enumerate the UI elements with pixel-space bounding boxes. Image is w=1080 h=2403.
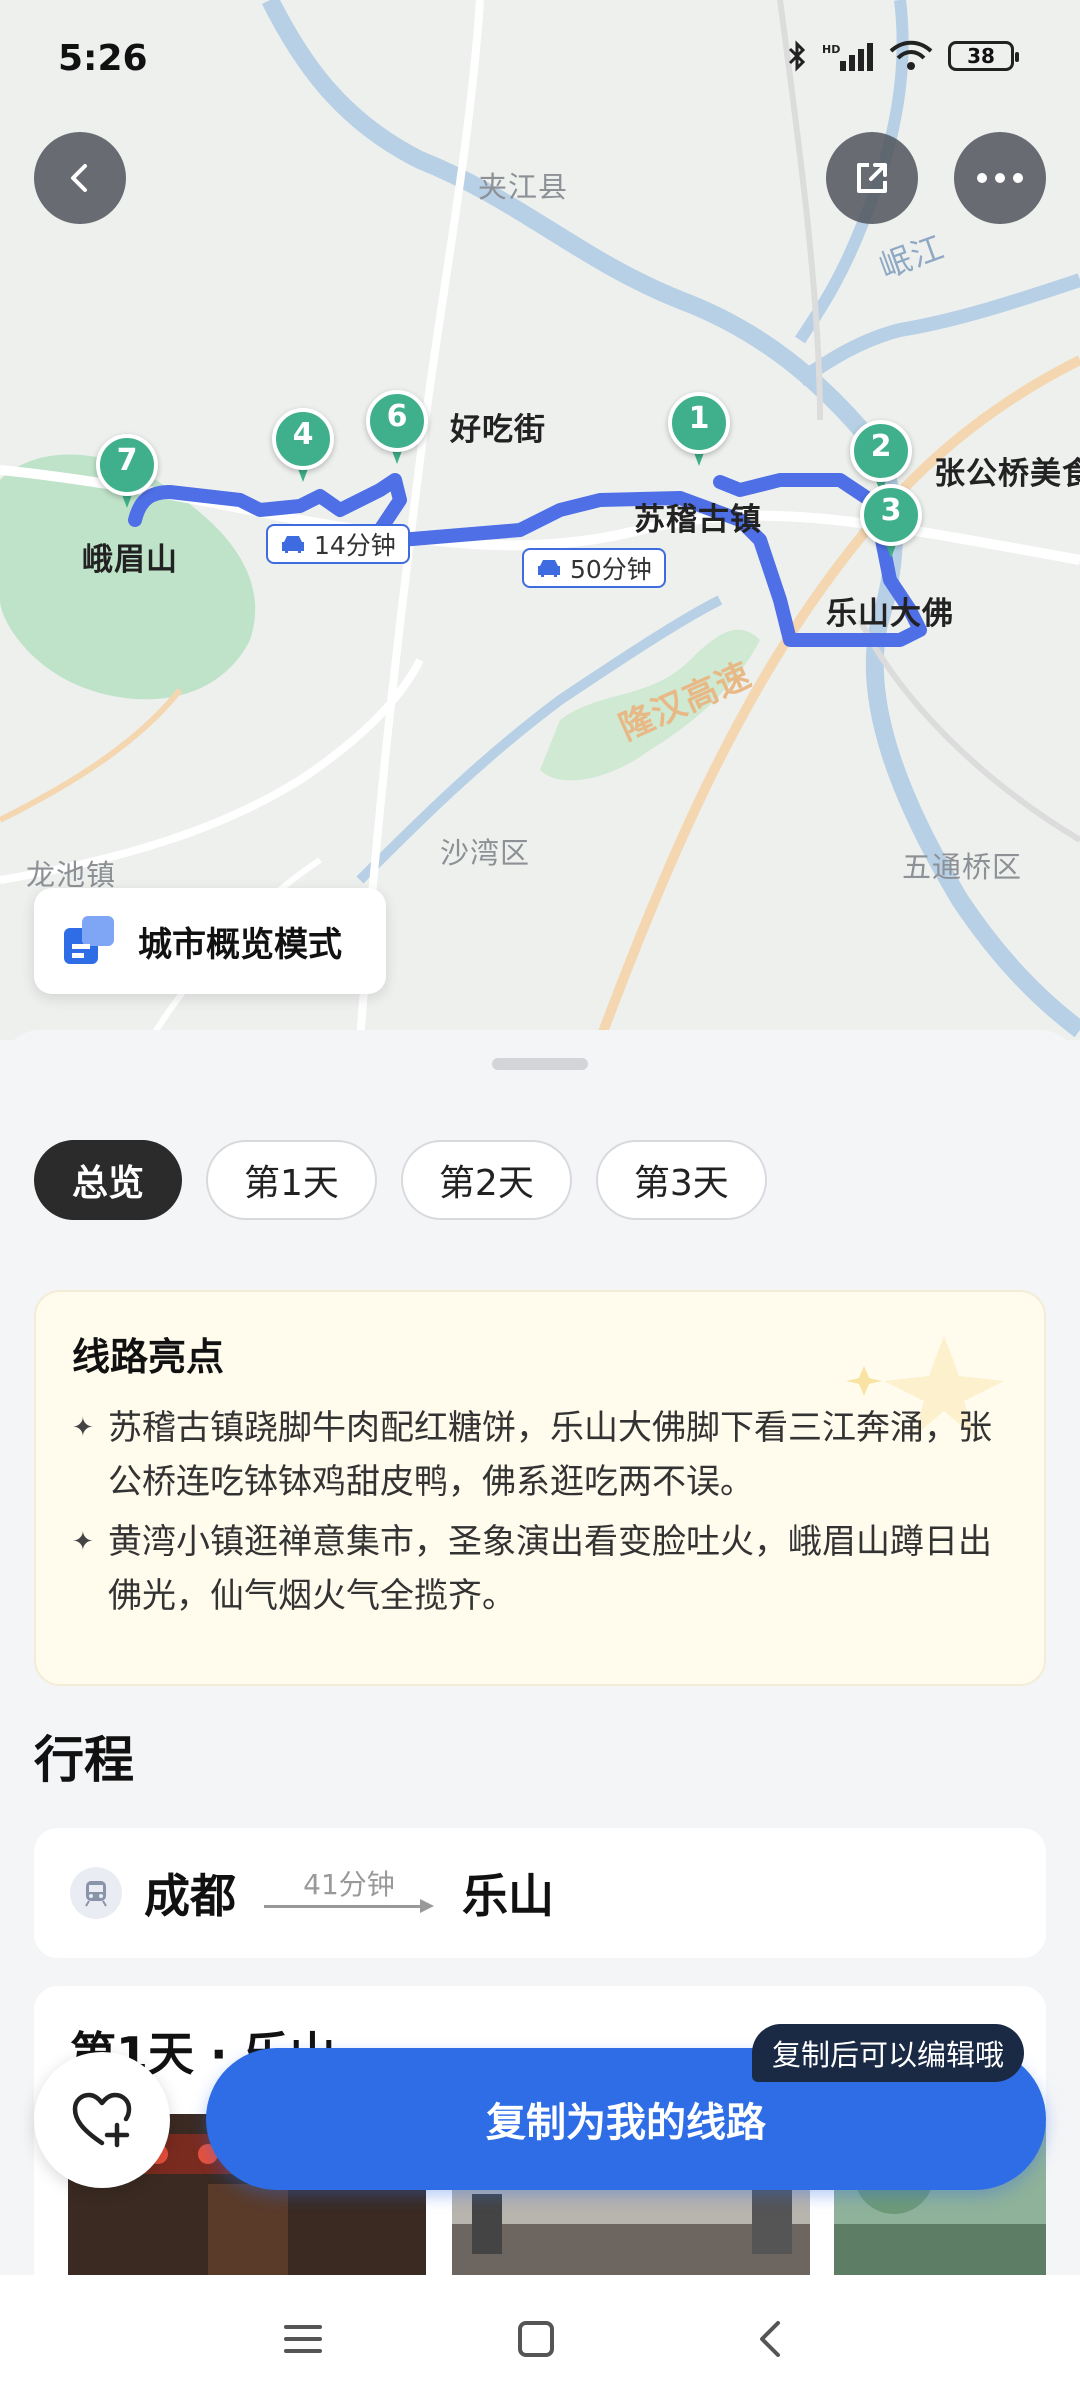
status-bar: 5:26 HD 38 xyxy=(0,0,1080,120)
map-pin-2[interactable]: 2 xyxy=(850,420,912,494)
status-icons: HD 38 xyxy=(786,40,1019,72)
copy-tip-bubble: 复制后可以编辑哦 xyxy=(752,2024,1025,2082)
overview-map-icon xyxy=(64,916,114,964)
car-icon xyxy=(538,560,560,577)
back-button[interactable] xyxy=(34,132,126,224)
itinerary-title: 行程 xyxy=(34,1731,134,1789)
favorite-button[interactable] xyxy=(34,2052,170,2188)
heart-plus-icon xyxy=(72,2092,132,2148)
map-label-zhanggongqiao: 张公桥美食 xyxy=(934,456,1080,492)
map-pin-3[interactable]: 3 xyxy=(860,484,922,558)
system-nav-bar xyxy=(0,2275,1080,2403)
map-label-emeishan: 峨眉山 xyxy=(82,542,178,578)
map-label-shawan: 沙湾区 xyxy=(440,836,531,870)
map-pin-1[interactable]: 1 xyxy=(668,392,730,466)
route-arrow: 41分钟 xyxy=(264,1863,434,1923)
route-map[interactable]: 夹江县 岷江 好吃街 张公桥美食 苏稽古镇 乐山大佛 峨眉山 隆汉高速 沙湾区 … xyxy=(0,0,1080,1040)
map-label-jiajiang: 夹江县 xyxy=(478,170,569,204)
map-label-haochijie: 好吃街 xyxy=(450,412,546,448)
train-icon xyxy=(70,1867,122,1919)
wifi-icon xyxy=(889,40,933,70)
map-pin-6[interactable]: 6 xyxy=(366,390,428,464)
home-icon[interactable] xyxy=(516,2319,556,2359)
duration-chip-14min: 14分钟 xyxy=(266,524,410,564)
overview-mode-label: 城市概览模式 xyxy=(138,924,342,965)
map-label-sujigu: 苏稽古镇 xyxy=(634,502,762,538)
screen: 夹江县 岷江 好吃街 张公桥美食 苏稽古镇 乐山大佛 峨眉山 隆汉高速 沙湾区 … xyxy=(0,0,1080,2403)
city-overview-mode-button[interactable]: 城市概览模式 xyxy=(34,888,386,994)
tab-overview[interactable]: 总览 xyxy=(34,1140,183,1220)
menu-icon[interactable] xyxy=(282,2319,324,2359)
route-duration: 41分钟 xyxy=(303,1868,395,1901)
tab-day-3[interactable]: 第3天 xyxy=(595,1140,767,1220)
car-icon xyxy=(282,536,304,553)
more-dots-icon xyxy=(977,173,1023,183)
route-from-city: 成都 xyxy=(144,1869,236,1923)
map-pin-4[interactable]: 4 xyxy=(272,408,334,482)
back-nav-icon[interactable] xyxy=(752,2319,788,2359)
route-highlights-card: 线路亮点 ✦ 苏稽古镇跷脚牛肉配红糖饼，乐山大佛脚下看三江奔涌，张公桥连吃钵钵鸡… xyxy=(34,1290,1046,1686)
more-button[interactable] xyxy=(954,132,1046,224)
bluetooth-icon xyxy=(788,40,806,72)
star-bullet-icon: ✦ xyxy=(72,1413,94,1443)
highlight-item: ✦ 苏稽古镇跷脚牛肉配红糖饼，乐山大佛脚下看三江奔涌，张公桥连吃钵钵鸡甜皮鸭，佛… xyxy=(72,1401,1008,1509)
chevron-left-icon xyxy=(71,164,87,192)
signal-icon: HD xyxy=(822,43,873,71)
duration-chip-50min: 50分钟 xyxy=(522,548,666,588)
svg-text:HD: HD xyxy=(822,43,840,56)
map-label-leshan-dafo: 乐山大佛 xyxy=(826,596,954,632)
highlight-item: ✦ 黄湾小镇逛禅意集市，圣象演出看变脸吐火，峨眉山蹲日出佛光，仙气烟火气全揽齐。 xyxy=(72,1515,1008,1623)
map-pin-7[interactable]: 7 xyxy=(96,434,158,508)
map-label-wutongqiao: 五通桥区 xyxy=(902,850,1023,884)
route-to-city: 乐山 xyxy=(462,1869,554,1923)
tab-day-1[interactable]: 第1天 xyxy=(206,1140,377,1220)
share-button[interactable] xyxy=(826,132,918,224)
day-tabs: 总览 第1天 第2天 第3天 xyxy=(34,1140,767,1220)
share-icon xyxy=(857,163,887,193)
sheet-handle[interactable] xyxy=(492,1058,588,1070)
star-bullet-icon: ✦ xyxy=(72,1527,94,1557)
battery-indicator: 38 xyxy=(948,41,1019,71)
tab-day-2[interactable]: 第2天 xyxy=(400,1140,572,1220)
transit-route-card[interactable]: 成都 41分钟 乐山 xyxy=(34,1828,1046,1958)
status-time: 5:26 xyxy=(58,38,148,79)
